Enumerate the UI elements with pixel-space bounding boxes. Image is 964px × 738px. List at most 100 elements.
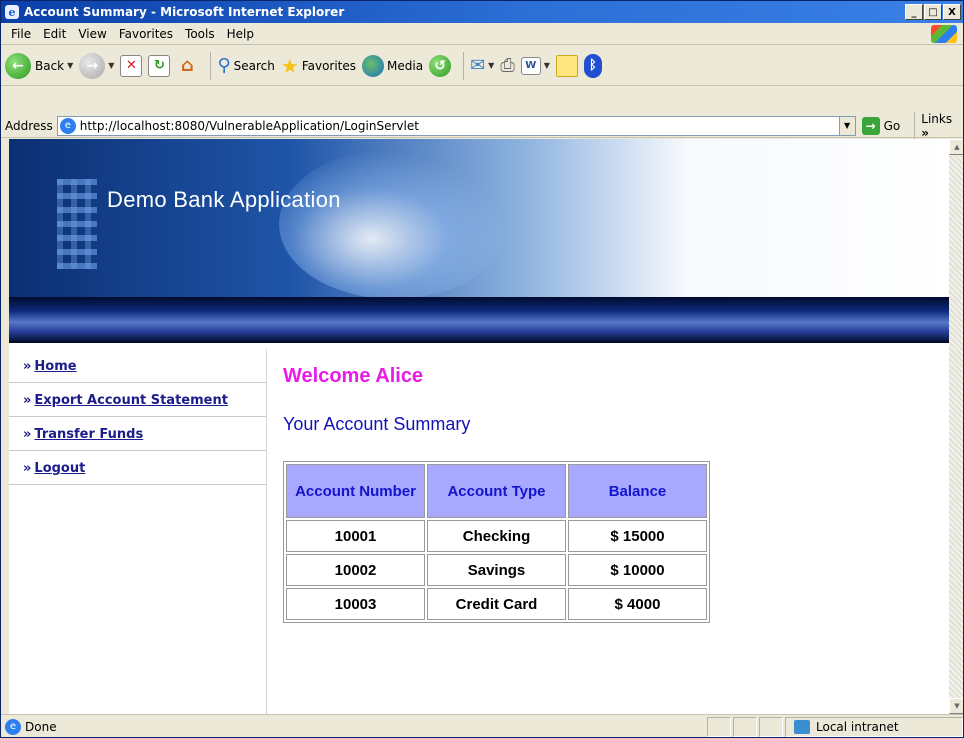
maximize-button[interactable]: □ [924,4,942,20]
account-type-cell: Savings [427,554,566,586]
bank-banner: Demo Bank Application [9,139,949,297]
address-url[interactable]: http://localhost:8080/VulnerableApplicat… [80,119,839,133]
nav-bullet: » [23,393,32,408]
table-row: 10003 Credit Card $ 4000 [286,588,707,620]
forward-dropdown-icon[interactable]: ▼ [108,61,114,70]
word-icon: W [520,56,541,75]
back-label: Back [35,58,65,73]
sidebar-item-transfer-funds[interactable]: » Transfer Funds [9,417,266,451]
menu-help[interactable]: Help [227,27,254,41]
status-pane [733,716,757,737]
stop-icon: ✕ [120,54,143,77]
sidebar-item-logout[interactable]: » Logout [9,451,266,485]
windows-logo-icon [931,25,957,43]
minimize-button[interactable]: _ [905,4,923,20]
forward-arrow-icon: → [79,52,106,79]
links-button[interactable]: Links » [914,111,963,140]
main-panel: Welcome Alice Your Account Summary Accou… [283,349,943,714]
window-controls: _ □ X [905,4,961,20]
print-button[interactable]: ⎙ [500,55,514,76]
address-label: Address [5,118,53,133]
scroll-down-icon[interactable]: ▼ [949,698,963,714]
back-button[interactable]: ← Back ▼ [5,52,73,79]
refresh-icon: ↻ [148,54,171,77]
nav-bullet: » [23,461,32,476]
search-icon: ⚲ [217,55,231,76]
page-icon: e [59,117,76,134]
sidebar-item-label: Transfer Funds [34,427,144,442]
sidebar-item-export-account-statement[interactable]: » Export Account Statement [9,383,266,417]
column-header-balance: Balance [568,464,707,518]
security-zone-pane: Local intranet [785,716,963,737]
balance-cell: $ 4000 [568,588,707,620]
standard-toolbar: ← Back ▼ → ▼ ✕ ↻ ⌂ ⚲ Search ★ Favorites … [1,46,963,86]
home-button[interactable]: ⌂ [176,55,198,77]
browser-window: e Account Summary - Microsoft Internet E… [0,0,964,738]
sidebar-item-label: Home [34,359,77,374]
account-summary-title: Your Account Summary [283,414,471,434]
discuss-button[interactable] [555,54,578,77]
bluetooth-icon: ᛒ [583,53,602,78]
banner-grid-pattern [57,179,97,269]
forward-button[interactable]: → ▼ [79,52,114,79]
balance-cell: $ 10000 [568,554,707,586]
menu-edit[interactable]: Edit [43,27,66,41]
account-type-cell: Checking [427,520,566,552]
media-button[interactable]: Media [362,54,424,77]
mail-button[interactable]: ✉ ▼ [470,55,494,76]
links-label: Links [921,111,953,126]
home-icon: ⌂ [181,55,194,76]
account-summary-table: Account Number Account Type Balance 1000… [283,461,710,623]
print-icon: ⎙ [500,55,515,76]
sidebar-item-label: Export Account Statement [34,393,228,408]
status-pane [759,716,783,737]
close-button[interactable]: X [943,4,961,20]
search-label: Search [233,58,275,73]
go-label: Go [883,118,901,133]
menu-tools[interactable]: Tools [185,27,215,41]
status-bar: e Done Local intranet [1,714,963,737]
table-row: 10002 Savings $ 10000 [286,554,707,586]
toolbar-separator [463,51,465,80]
column-header-account-type: Account Type [427,464,566,518]
back-dropdown-icon[interactable]: ▼ [67,61,73,70]
edit-button[interactable]: W ▼ [520,56,550,75]
edit-dropdown-icon[interactable]: ▼ [544,61,550,70]
address-input[interactable]: e http://localhost:8080/VulnerableApplic… [56,115,856,136]
note-icon [555,54,578,77]
favorites-button[interactable]: ★ Favorites [281,54,356,78]
page-content: Demo Bank Application » Home » Export Acco… [9,139,949,714]
mail-icon: ✉ [470,55,486,76]
history-icon: ↺ [429,54,452,77]
favorites-label: Favorites [301,58,357,73]
window-title: Account Summary - Microsoft Internet Exp… [24,5,345,19]
sidebar-item-home[interactable]: » Home [9,349,266,383]
mail-dropdown-icon[interactable]: ▼ [488,61,494,70]
account-number-cell: 10001 [286,520,425,552]
vertical-scrollbar[interactable]: ▲ ▼ [949,139,963,714]
address-dropdown-icon[interactable]: ▼ [838,116,855,135]
welcome-heading: Welcome Alice [283,365,424,387]
go-button[interactable]: → Go [861,116,901,135]
menu-file[interactable]: File [11,27,31,41]
account-number-cell: 10003 [286,588,425,620]
menu-favorites[interactable]: Favorites [119,27,173,41]
back-arrow-icon: ← [5,52,31,79]
menu-view[interactable]: View [78,27,106,41]
account-number-cell: 10002 [286,554,425,586]
account-type-cell: Credit Card [427,588,566,620]
history-button[interactable]: ↺ [429,54,452,77]
refresh-button[interactable]: ↻ [148,54,171,77]
menu-bar: File Edit View Favorites Tools Help [1,23,963,45]
search-button[interactable]: ⚲ Search [217,55,274,76]
stop-button[interactable]: ✕ [120,54,143,77]
ie-logo-icon: e [5,5,19,19]
media-icon [362,54,385,77]
media-label: Media [387,58,424,73]
banner-title: Demo Bank Application [107,187,341,212]
bluetooth-button[interactable]: ᛒ [583,53,602,78]
table-row: 10001 Checking $ 15000 [286,520,707,552]
page-done-icon: e [5,718,21,735]
column-header-account-number: Account Number [286,464,425,518]
scroll-up-icon[interactable]: ▲ [949,139,963,155]
